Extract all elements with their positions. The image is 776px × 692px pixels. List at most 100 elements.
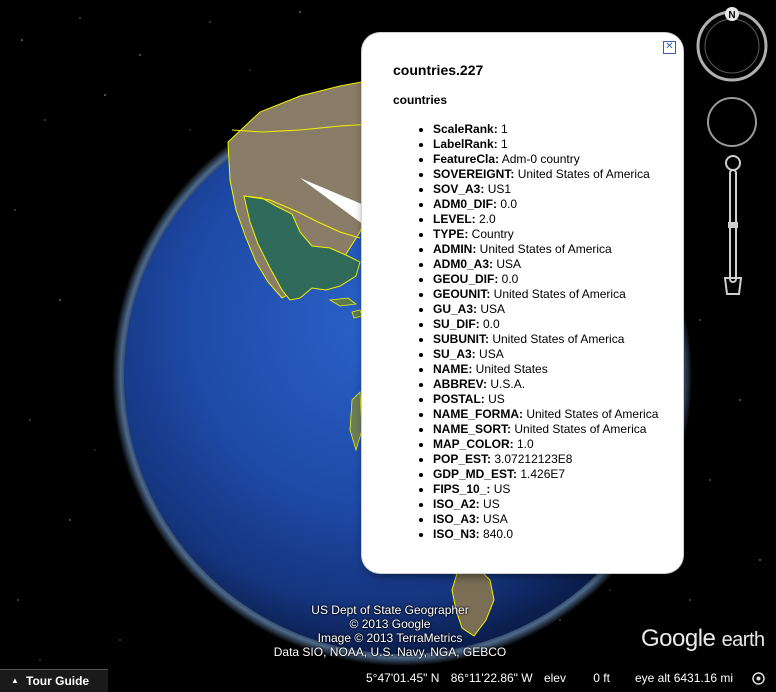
attribution-line: US Dept of State Geographer <box>311 603 469 617</box>
attribute-value: 1 <box>497 122 508 136</box>
attribute-value: 1 <box>497 137 508 151</box>
attribute-key: SOVEREIGNT: <box>433 167 515 181</box>
attribute-item: ISO_A2: US <box>433 497 658 512</box>
attribute-value: United States of America <box>476 242 612 256</box>
logo-google: Google <box>641 625 716 652</box>
google-earth-logo: Google earth <box>641 625 765 653</box>
attribute-key: ADM0_A3: <box>433 257 494 271</box>
balloon-subtitle: countries <box>393 93 448 107</box>
attribute-list: ScaleRank: 1LabelRank: 1FeatureCla: Adm-… <box>393 122 658 542</box>
look-joystick-icon[interactable] <box>706 96 758 148</box>
attribute-item: MAP_COLOR: 1.0 <box>433 437 658 452</box>
attribute-key: ISO_A3: <box>433 512 480 526</box>
attribute-key: SUBUNIT: <box>433 332 489 346</box>
tour-guide-button[interactable]: ▲ Tour Guide <box>0 669 108 692</box>
tour-guide-label: Tour Guide <box>26 674 90 688</box>
elev-value: 0 ft <box>593 671 610 685</box>
attribute-key: SU_A3: <box>433 347 476 361</box>
attribute-key: POSTAL: <box>433 392 485 406</box>
attribute-item: ISO_A3: USA <box>433 512 658 527</box>
attribute-item: GU_A3: USA <box>433 302 658 317</box>
attribute-value: Adm-0 country <box>499 152 580 166</box>
attribute-value: US <box>479 497 500 511</box>
attribute-key: POP_EST: <box>433 452 492 466</box>
triangle-up-icon: ▲ <box>11 676 19 685</box>
logo-earth: earth <box>721 629 766 651</box>
attribute-item: ISO_N3: 840.0 <box>433 527 658 542</box>
attribute-key: TYPE: <box>433 227 469 241</box>
attribute-key: GEOUNIT: <box>433 287 491 301</box>
attribute-value: 0.0 <box>497 197 518 211</box>
attribute-value: USA <box>479 512 508 526</box>
attribute-value: US <box>490 482 511 496</box>
attribute-key: ISO_N3: <box>433 527 480 541</box>
attribute-item: FIPS_10_: US <box>433 482 658 497</box>
attribute-value: United States of America <box>511 422 647 436</box>
streaming-icon <box>752 672 765 685</box>
attribute-value: 0.0 <box>498 272 519 286</box>
attribute-key: ADM0_DIF: <box>433 197 498 211</box>
close-icon[interactable]: ✕ <box>663 41 676 54</box>
attribute-key: NAME_SORT: <box>433 422 512 436</box>
attribute-key: SOV_A3: <box>433 182 485 196</box>
attribute-item: SU_DIF: 0.0 <box>433 317 658 332</box>
attribute-key: ISO_A2: <box>433 497 480 511</box>
attribution-line: © 2013 Google <box>349 617 431 631</box>
attribute-item: ADM0_DIF: 0.0 <box>433 197 658 212</box>
attribute-value: United States of America <box>514 167 650 181</box>
attribute-value: US1 <box>484 182 512 196</box>
attribute-value: 0.0 <box>479 317 500 331</box>
attribute-item: NAME: United States <box>433 362 658 377</box>
longitude-readout: 86°11'22.86" W <box>450 671 533 685</box>
attribute-key: NAME: <box>433 362 473 376</box>
attribute-value: United States of America <box>490 287 626 301</box>
attribute-key: GU_A3: <box>433 302 478 316</box>
attribute-item: GDP_MD_EST: 1.426E7 <box>433 467 658 482</box>
zoom-slider-icon[interactable] <box>722 154 744 298</box>
attribute-item: SOV_A3: US1 <box>433 182 658 197</box>
elev-label: elev <box>543 671 566 685</box>
attribute-key: GDP_MD_EST: <box>433 467 518 481</box>
latitude-readout: 5°47'01.45" N <box>366 671 440 685</box>
attribute-item: ScaleRank: 1 <box>433 122 658 137</box>
attribute-value: United States <box>472 362 548 376</box>
attribute-key: SU_DIF: <box>433 317 480 331</box>
attribute-value: 2.0 <box>475 212 496 226</box>
attribute-key: NAME_FORMA: <box>433 407 523 421</box>
attribute-value: Country <box>468 227 514 241</box>
attribute-value: United States of America <box>489 332 625 346</box>
compass-icon[interactable]: N <box>694 6 770 84</box>
attribute-value: USA <box>493 257 522 271</box>
attribute-item: SOVEREIGNT: United States of America <box>433 167 658 182</box>
attribute-value: USA <box>477 302 506 316</box>
balloon-title: countries.227 <box>393 62 484 78</box>
attribute-key: LEVEL: <box>433 212 476 226</box>
attribute-item: ADM0_A3: USA <box>433 257 658 272</box>
attribute-value: 3.07212123E8 <box>491 452 573 466</box>
eye-altitude-readout: eye alt 6431.16 mi <box>635 671 734 685</box>
attribution-line: Data SIO, NOAA, U.S. Navy, NGA, GEBCO <box>273 645 507 659</box>
attribute-value: 840.0 <box>479 527 514 541</box>
attribute-key: ADMIN: <box>433 242 477 256</box>
attribute-item: SUBUNIT: United States of America <box>433 332 658 347</box>
pointer-coordinates: 5°47'01.45" N 86°11'22.86" W elev 0 ft <box>366 671 618 685</box>
attribute-item: GEOU_DIF: 0.0 <box>433 272 658 287</box>
info-balloon[interactable]: ✕ countries.227 countries ScaleRank: 1La… <box>362 33 683 573</box>
attribute-value: US <box>484 392 505 406</box>
attribute-item: SU_A3: USA <box>433 347 658 362</box>
attribute-key: LabelRank: <box>433 137 498 151</box>
attribution-line: Image © 2013 TerraMetrics <box>317 631 463 645</box>
attribute-key: FeatureCla: <box>433 152 500 166</box>
attribute-value: USA <box>475 347 504 361</box>
attribute-item: NAME_SORT: United States of America <box>433 422 658 437</box>
imagery-attribution: US Dept of State Geographer © 2013 Googl… <box>240 603 540 659</box>
attribute-item: TYPE: Country <box>433 227 658 242</box>
attribute-value: United States of America <box>523 407 659 421</box>
attribute-key: MAP_COLOR: <box>433 437 514 451</box>
attribute-key: ABBREV: <box>433 377 488 391</box>
compass-north-label: N <box>728 10 735 21</box>
attribute-item: ABBREV: U.S.A. <box>433 377 658 392</box>
attribute-value: U.S.A. <box>487 377 526 391</box>
attribute-key: GEOU_DIF: <box>433 272 499 286</box>
attribute-item: NAME_FORMA: United States of America <box>433 407 658 422</box>
